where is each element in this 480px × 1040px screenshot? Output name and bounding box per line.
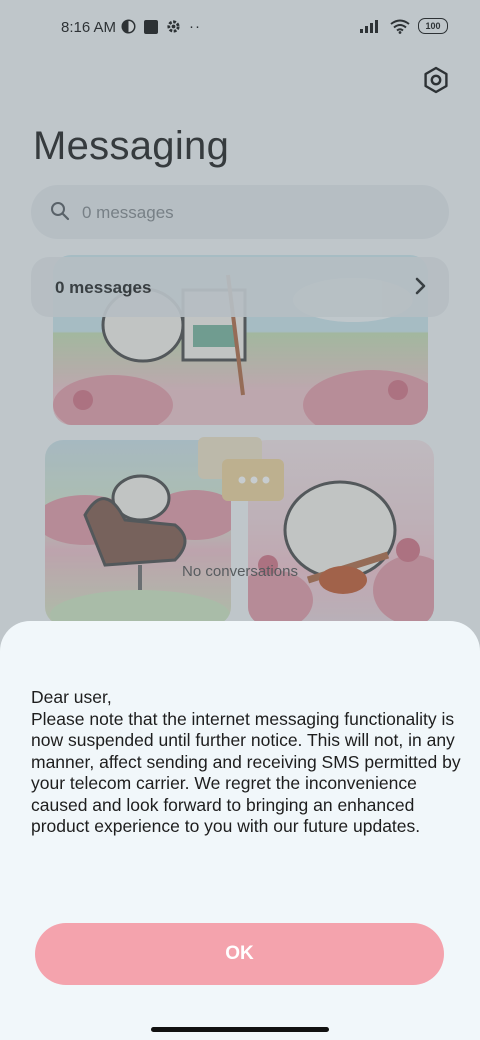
dialog-message: Dear user, Please note that the internet…	[31, 687, 461, 836]
notice-dialog: Dear user, Please note that the internet…	[0, 621, 480, 1040]
home-indicator[interactable]	[151, 1027, 329, 1032]
ok-button[interactable]: OK	[35, 923, 444, 985]
messaging-screen: 8:16 AM ·· 100 Messaging 0 messages 0 me…	[0, 0, 480, 1040]
